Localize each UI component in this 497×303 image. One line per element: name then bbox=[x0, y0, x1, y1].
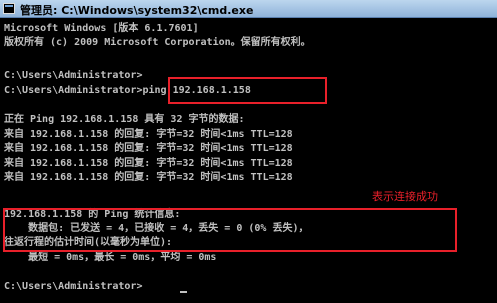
cmd-icon[interactable] bbox=[3, 3, 15, 14]
text-cursor bbox=[180, 291, 187, 293]
console-line-prompt: C:\Users\Administrator> bbox=[4, 70, 143, 81]
success-annotation: 表示连接成功 bbox=[372, 190, 438, 203]
console-line-reply: 来自 192.168.1.158 的回复: 字节=32 时间<1ms TTL=1… bbox=[4, 172, 293, 183]
console-line-rtt-values: 最短 = 0ms，最长 = 0ms，平均 = 0ms bbox=[4, 252, 217, 263]
console-line-reply: 来自 192.168.1.158 的回复: 字节=32 时间<1ms TTL=1… bbox=[4, 129, 293, 140]
console-area[interactable]: Microsoft Windows [版本 6.1.7601] 版权所有 (c)… bbox=[0, 19, 497, 303]
window-title: 管理员: C:\Windows\system32\cmd.exe bbox=[20, 4, 254, 17]
ping-command-highlight bbox=[168, 77, 327, 104]
console-line-copyright: 版权所有 (c) 2009 Microsoft Corporation。保留所有… bbox=[4, 37, 311, 48]
console-line-reply: 来自 192.168.1.158 的回复: 字节=32 时间<1ms TTL=1… bbox=[4, 143, 293, 154]
console-line-reply: 来自 192.168.1.158 的回复: 字节=32 时间<1ms TTL=1… bbox=[4, 158, 293, 169]
console-line-ping-header: 正在 Ping 192.168.1.158 具有 32 字节的数据: bbox=[4, 114, 245, 125]
console-line-version: Microsoft Windows [版本 6.1.7601] bbox=[4, 23, 199, 34]
console-line-current-prompt: C:\Users\Administrator> bbox=[4, 281, 143, 292]
window-title-bar[interactable]: 管理员: C:\Windows\system32\cmd.exe bbox=[0, 0, 497, 18]
ping-stats-highlight bbox=[3, 208, 457, 252]
